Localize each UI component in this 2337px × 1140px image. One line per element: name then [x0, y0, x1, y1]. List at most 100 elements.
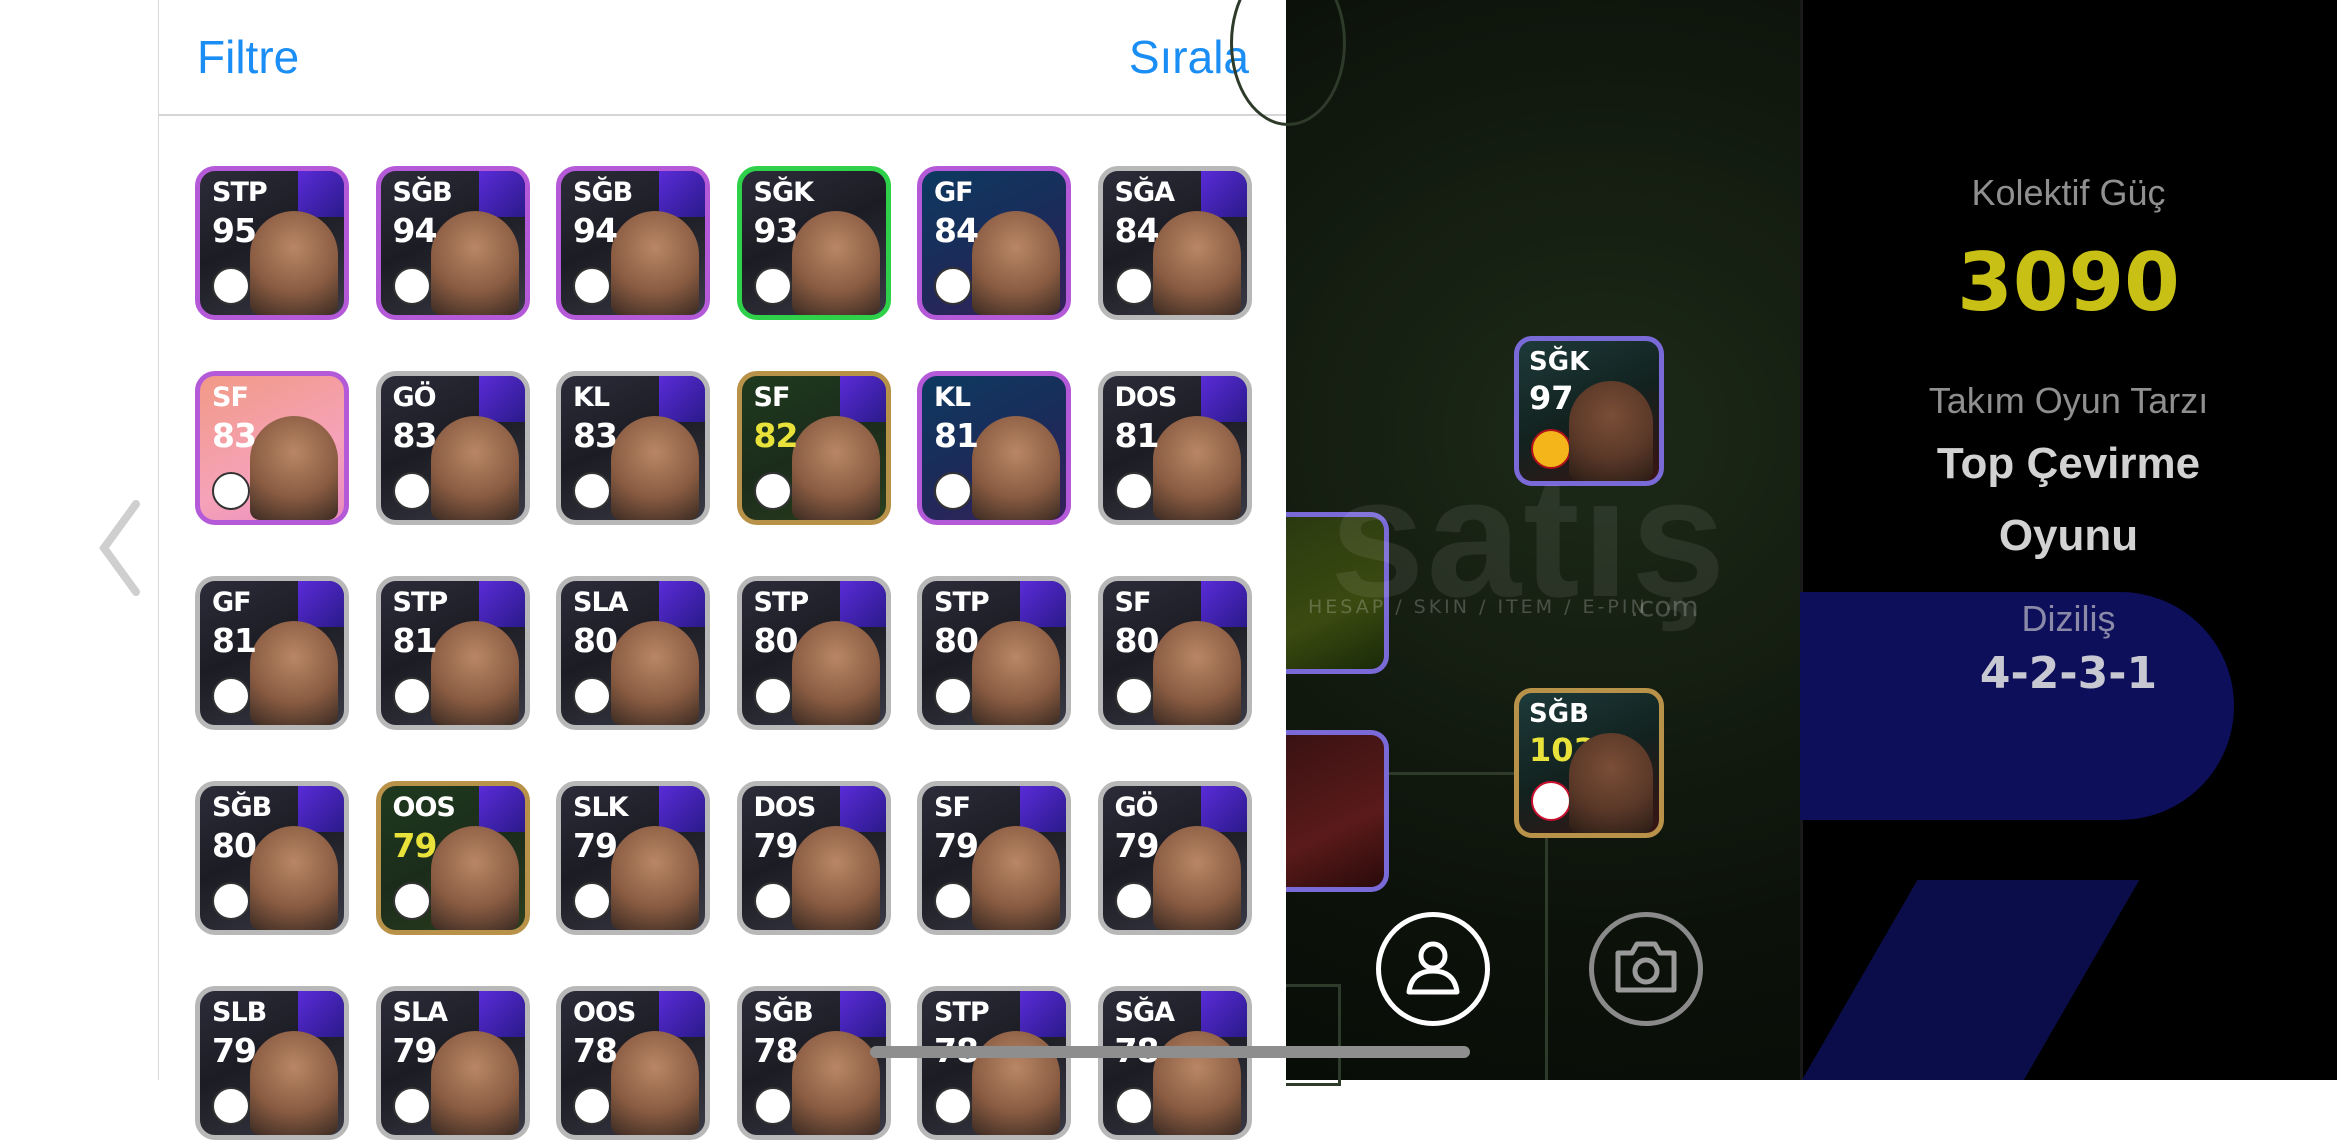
player-portrait [611, 826, 699, 930]
club-badge-icon [392, 882, 431, 920]
club-badge-icon [934, 677, 972, 715]
player-rating: 94 [573, 211, 618, 250]
camera-button[interactable] [1589, 912, 1703, 1026]
club-badge-icon [753, 882, 792, 920]
club-badge-icon [573, 1087, 611, 1125]
player-position: SĞB [753, 997, 814, 1028]
card-stripe [839, 786, 886, 832]
formation-value[interactable]: 4-2-3-1 [1800, 648, 2337, 699]
player-card[interactable]: KL 81 [917, 371, 1071, 525]
player-card[interactable]: SĞB 94 [375, 166, 530, 320]
club-badge-icon [212, 472, 250, 510]
player-card[interactable]: SLB 79 [195, 986, 349, 1140]
player-card[interactable]: SF 83 [195, 371, 349, 525]
player-card[interactable]: SĞA 84 [1097, 166, 1252, 320]
player-rating: 81 [1114, 416, 1160, 455]
player-card[interactable]: SLA 79 [375, 986, 530, 1140]
club-badge-icon [573, 472, 611, 510]
player-card[interactable]: SĞK 93 [736, 166, 891, 320]
player-card[interactable]: GF 84 [917, 166, 1071, 320]
player-position: SĞK [1529, 347, 1590, 377]
club-badge-icon [573, 677, 611, 715]
player-rating: 84 [934, 211, 979, 250]
chevron-left-icon[interactable] [96, 498, 144, 598]
player-portrait [791, 621, 880, 725]
player-card[interactable]: STP 81 [375, 576, 530, 730]
club-badge-icon [1114, 882, 1153, 920]
player-rating: 83 [573, 416, 618, 455]
player-card[interactable]: KL 83 [556, 371, 710, 525]
player-portrait [430, 1031, 519, 1135]
player-rating: 93 [753, 211, 799, 250]
player-card[interactable]: SLK 79 [556, 781, 710, 935]
player-rating: 80 [212, 826, 257, 865]
player-card[interactable]: SF 82 [736, 371, 891, 525]
player-card[interactable]: GF 81 [195, 576, 349, 730]
player-card[interactable]: SĞA78 [1097, 986, 1252, 1140]
player-portrait [250, 211, 338, 315]
club-badge-icon [1114, 267, 1153, 305]
card-stripe [478, 171, 525, 217]
player-card[interactable]: DOS 79 [736, 781, 891, 935]
player-rating: 81 [934, 416, 979, 455]
card-stripe [839, 581, 886, 627]
pitch-box [1286, 984, 1341, 1086]
club-badge-icon [212, 267, 250, 305]
player-portrait [611, 621, 699, 725]
card-stripe [478, 991, 525, 1037]
player-card[interactable]: GÖ 83 [375, 371, 530, 525]
card-stripe [298, 786, 344, 832]
player-rating: 82 [753, 416, 799, 455]
player-list-panel: Filtre Sırala STP 95 SĞB 94 SĞB 94 SĞK 93 GF 84 SĞ… [158, 0, 1287, 1140]
player-rating: 80 [573, 621, 618, 660]
player-rating: 83 [392, 416, 438, 455]
player-card[interactable]: STP 80 [736, 576, 891, 730]
field-player-card[interactable]: SĞB 103 [1514, 688, 1664, 838]
player-card[interactable]: SLA 80 [556, 576, 710, 730]
panel-header: Filtre Sırala [159, 0, 1287, 116]
player-portrait [791, 416, 880, 520]
player-rating: 79 [573, 826, 618, 865]
player-portrait [791, 211, 880, 315]
collective-power-value: 3090 [1957, 236, 2180, 329]
player-position: SF [212, 382, 249, 413]
player-card[interactable]: STP78 [917, 986, 1071, 1140]
player-card[interactable]: SĞB 94 [556, 166, 710, 320]
player-position: SLK [573, 792, 629, 823]
player-card[interactable]: GÖ 79 [1097, 781, 1252, 935]
player-card[interactable]: SF 80 [1097, 576, 1252, 730]
player-card[interactable]: DOS 81 [1097, 371, 1252, 525]
player-rating: 79 [1114, 826, 1160, 865]
card-stripe [298, 171, 344, 217]
decorative-stripe [1800, 880, 2337, 1080]
player-card[interactable]: SĞB 78 [736, 986, 891, 1140]
player-card[interactable]: OOS 79 [375, 781, 530, 935]
field-player-card[interactable] [1286, 730, 1389, 892]
player-portrait [791, 1031, 880, 1135]
player-position: STP [934, 587, 990, 618]
card-stripe [1200, 581, 1247, 627]
profile-button[interactable] [1376, 912, 1490, 1026]
player-card[interactable]: STP 80 [917, 576, 1071, 730]
club-badge-icon [934, 472, 972, 510]
player-card[interactable]: SĞB 80 [195, 781, 349, 935]
card-stripe [1020, 581, 1066, 627]
player-portrait [1152, 416, 1241, 520]
player-rating: 79 [753, 826, 799, 865]
card-stripe [478, 786, 525, 832]
club-badge-icon [573, 882, 611, 920]
card-stripe [659, 376, 705, 422]
club-badge-icon [934, 882, 972, 920]
player-card[interactable]: SF 79 [917, 781, 1071, 935]
player-position: GF [934, 177, 974, 208]
player-card[interactable]: STP 95 [195, 166, 349, 320]
formation-label[interactable]: Diziliş [1800, 598, 2337, 640]
player-card[interactable]: OOS 78 [556, 986, 710, 1140]
player-rating: 79 [934, 826, 979, 865]
playstyle-line: Oyunu [1998, 511, 2139, 560]
filter-button[interactable]: Filtre [197, 30, 299, 84]
club-badge-icon [392, 1087, 431, 1125]
player-rating: 78 [573, 1031, 618, 1070]
player-position: STP [212, 177, 268, 208]
player-position: SĞB [392, 177, 453, 208]
